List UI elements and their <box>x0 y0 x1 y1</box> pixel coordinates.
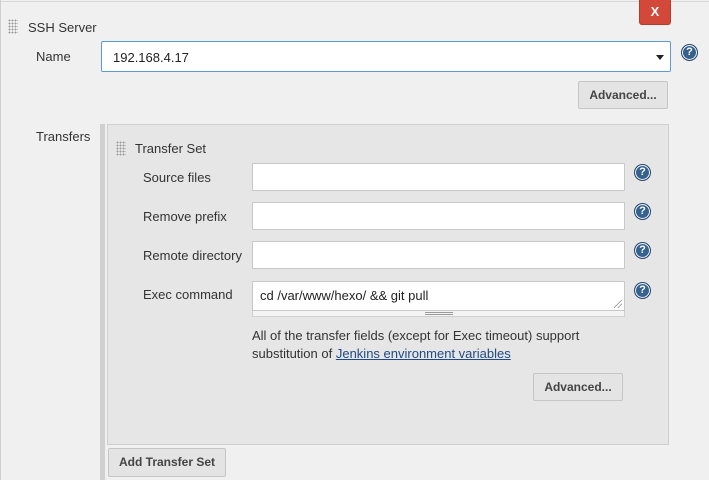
ssh-server-title: SSH Server <box>28 20 97 35</box>
server-advanced-button[interactable]: Advanced... <box>578 81 668 109</box>
help-icon-remove-prefix[interactable]: ? <box>634 203 651 220</box>
exec-command-value: cd /var/www/hexo/ && git pull <box>260 288 429 303</box>
transfer-set-title: Transfer Set <box>135 141 207 156</box>
help-icon-remote-directory[interactable]: ? <box>634 242 651 259</box>
source-files-input[interactable] <box>252 163 625 191</box>
top-divider <box>0 1 709 2</box>
source-files-label: Source files <box>143 170 211 185</box>
transfers-label: Transfers <box>36 129 91 144</box>
left-divider <box>0 0 1 480</box>
add-transfer-set-button[interactable]: Add Transfer Set <box>108 448 226 477</box>
jenkins-env-vars-link[interactable]: Jenkins environment variables <box>336 346 511 361</box>
remote-directory-input[interactable] <box>252 241 625 269</box>
resize-corner-icon[interactable] <box>614 300 622 308</box>
help-icon-name[interactable]: ? <box>681 44 698 61</box>
drag-handle-icon[interactable] <box>116 141 126 156</box>
remove-prefix-label: Remove prefix <box>143 209 227 224</box>
transfer-fields-description: All of the transfer fields (except for E… <box>252 327 632 363</box>
drag-handle-icon[interactable] <box>8 19 18 34</box>
exec-command-textarea[interactable]: cd /var/www/hexo/ && git pull <box>252 281 625 311</box>
transfer-advanced-button[interactable]: Advanced... <box>533 373 623 401</box>
delete-server-button[interactable]: X <box>639 0 671 25</box>
remove-prefix-input[interactable] <box>252 202 625 230</box>
transfers-panel-bar <box>100 124 105 480</box>
grip-lines-icon <box>425 312 453 315</box>
remote-directory-label: Remote directory <box>143 248 242 263</box>
help-icon-source-files[interactable]: ? <box>634 164 651 181</box>
help-icon-exec-command[interactable]: ? <box>634 282 651 299</box>
exec-command-label: Exec command <box>143 287 233 302</box>
server-name-value: 192.168.4.17 <box>113 50 189 65</box>
textarea-resize-handle[interactable] <box>252 311 625 317</box>
name-label: Name <box>36 49 71 64</box>
chevron-down-icon <box>656 55 664 60</box>
server-name-select[interactable]: 192.168.4.17 <box>101 41 671 72</box>
